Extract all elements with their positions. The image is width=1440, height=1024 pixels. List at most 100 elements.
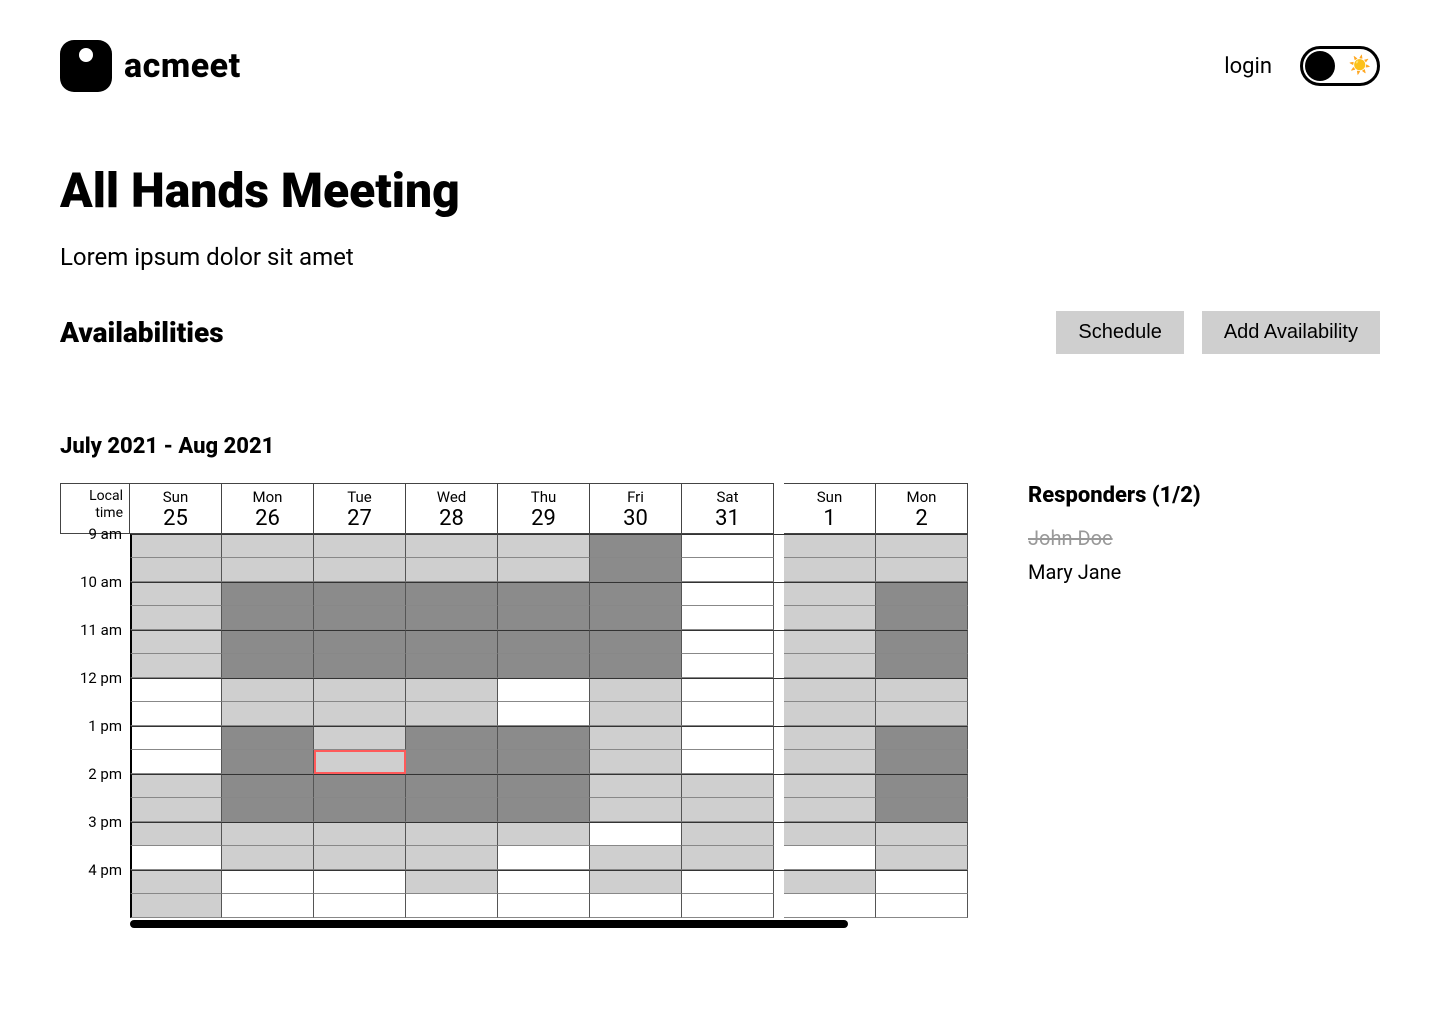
- availability-slot[interactable]: [314, 774, 406, 798]
- availability-slot[interactable]: [590, 726, 682, 750]
- logo[interactable]: acmeet: [60, 40, 241, 92]
- availability-slot[interactable]: [682, 870, 774, 894]
- availability-slot[interactable]: [590, 654, 682, 678]
- availability-slot[interactable]: [784, 534, 876, 558]
- add-availability-button[interactable]: Add Availability: [1202, 311, 1380, 354]
- availability-slot[interactable]: [130, 870, 222, 894]
- availability-slot[interactable]: [130, 750, 222, 774]
- availability-slot[interactable]: [222, 702, 314, 726]
- availability-slot[interactable]: [876, 582, 968, 606]
- availability-slot[interactable]: [784, 750, 876, 774]
- availability-slot[interactable]: [682, 750, 774, 774]
- availability-slot[interactable]: [406, 558, 498, 582]
- availability-slot[interactable]: [314, 870, 406, 894]
- availability-slot[interactable]: [222, 582, 314, 606]
- availability-slot[interactable]: [498, 822, 590, 846]
- availability-slot[interactable]: [498, 534, 590, 558]
- availability-slot[interactable]: [222, 654, 314, 678]
- availability-slot[interactable]: [784, 894, 876, 918]
- availability-slot[interactable]: [876, 630, 968, 654]
- availability-slot[interactable]: [876, 606, 968, 630]
- availability-slot[interactable]: [682, 846, 774, 870]
- availability-slot[interactable]: [498, 846, 590, 870]
- availability-slot[interactable]: [130, 726, 222, 750]
- availability-slot[interactable]: [406, 702, 498, 726]
- availability-slot[interactable]: [784, 558, 876, 582]
- availability-slot[interactable]: [222, 726, 314, 750]
- availability-slot[interactable]: [590, 774, 682, 798]
- availability-slot[interactable]: [498, 558, 590, 582]
- availability-slot[interactable]: [876, 678, 968, 702]
- availability-slot[interactable]: [130, 822, 222, 846]
- availability-slot[interactable]: [784, 774, 876, 798]
- availability-slot[interactable]: [590, 630, 682, 654]
- availability-slot[interactable]: [406, 582, 498, 606]
- availability-slot[interactable]: [682, 582, 774, 606]
- availability-slot[interactable]: [876, 702, 968, 726]
- availability-slot[interactable]: [314, 630, 406, 654]
- availability-slot[interactable]: [314, 558, 406, 582]
- availability-slot[interactable]: [682, 822, 774, 846]
- availability-slot[interactable]: [406, 750, 498, 774]
- availability-slot[interactable]: [590, 702, 682, 726]
- availability-slot[interactable]: [590, 846, 682, 870]
- availability-slot[interactable]: [130, 630, 222, 654]
- availability-slot[interactable]: [876, 822, 968, 846]
- availability-slot[interactable]: [784, 654, 876, 678]
- availability-slot[interactable]: [222, 870, 314, 894]
- availability-slot[interactable]: [682, 774, 774, 798]
- availability-slot[interactable]: [406, 726, 498, 750]
- availability-slot[interactable]: [682, 726, 774, 750]
- availability-slot[interactable]: [498, 630, 590, 654]
- availability-slot[interactable]: [222, 750, 314, 774]
- availability-slot[interactable]: [590, 558, 682, 582]
- availability-slot[interactable]: [682, 894, 774, 918]
- availability-slot[interactable]: [682, 606, 774, 630]
- availability-slot[interactable]: [222, 606, 314, 630]
- availability-slot[interactable]: [784, 702, 876, 726]
- availability-slot[interactable]: [222, 846, 314, 870]
- availability-slot[interactable]: [314, 846, 406, 870]
- schedule-button[interactable]: Schedule: [1056, 311, 1183, 354]
- availability-slot[interactable]: [876, 726, 968, 750]
- availability-slot[interactable]: [498, 606, 590, 630]
- availability-slot[interactable]: [682, 630, 774, 654]
- availability-slot[interactable]: [498, 870, 590, 894]
- availability-slot[interactable]: [406, 798, 498, 822]
- availability-slot[interactable]: [130, 534, 222, 558]
- availability-slot[interactable]: [876, 774, 968, 798]
- availability-slot[interactable]: [130, 678, 222, 702]
- availability-slot[interactable]: [130, 654, 222, 678]
- availability-slot[interactable]: [590, 870, 682, 894]
- availability-slot[interactable]: [876, 750, 968, 774]
- availability-slot[interactable]: [130, 606, 222, 630]
- availability-slot[interactable]: [130, 846, 222, 870]
- availability-slot[interactable]: [314, 534, 406, 558]
- availability-slot[interactable]: [406, 606, 498, 630]
- availability-slot[interactable]: [682, 702, 774, 726]
- availability-slot[interactable]: [314, 582, 406, 606]
- availability-slot[interactable]: [314, 606, 406, 630]
- availability-slot[interactable]: [314, 750, 406, 774]
- availability-slot[interactable]: [314, 894, 406, 918]
- availability-slot[interactable]: [784, 798, 876, 822]
- availability-slot[interactable]: [682, 654, 774, 678]
- availability-slot[interactable]: [590, 822, 682, 846]
- availability-slot[interactable]: [590, 798, 682, 822]
- theme-toggle[interactable]: ☀️: [1300, 46, 1380, 86]
- availability-slot[interactable]: [222, 774, 314, 798]
- availability-slot[interactable]: [130, 798, 222, 822]
- availability-slot[interactable]: [682, 678, 774, 702]
- availability-slot[interactable]: [406, 630, 498, 654]
- availability-slot[interactable]: [314, 726, 406, 750]
- availability-slot[interactable]: [876, 558, 968, 582]
- availability-slot[interactable]: [876, 894, 968, 918]
- availability-slot[interactable]: [314, 798, 406, 822]
- responder-item[interactable]: Mary Jane: [1028, 560, 1380, 584]
- availability-slot[interactable]: [784, 822, 876, 846]
- availability-slot[interactable]: [784, 726, 876, 750]
- availability-slot[interactable]: [590, 894, 682, 918]
- availability-slot[interactable]: [876, 534, 968, 558]
- availability-slot[interactable]: [682, 534, 774, 558]
- availability-slot[interactable]: [498, 678, 590, 702]
